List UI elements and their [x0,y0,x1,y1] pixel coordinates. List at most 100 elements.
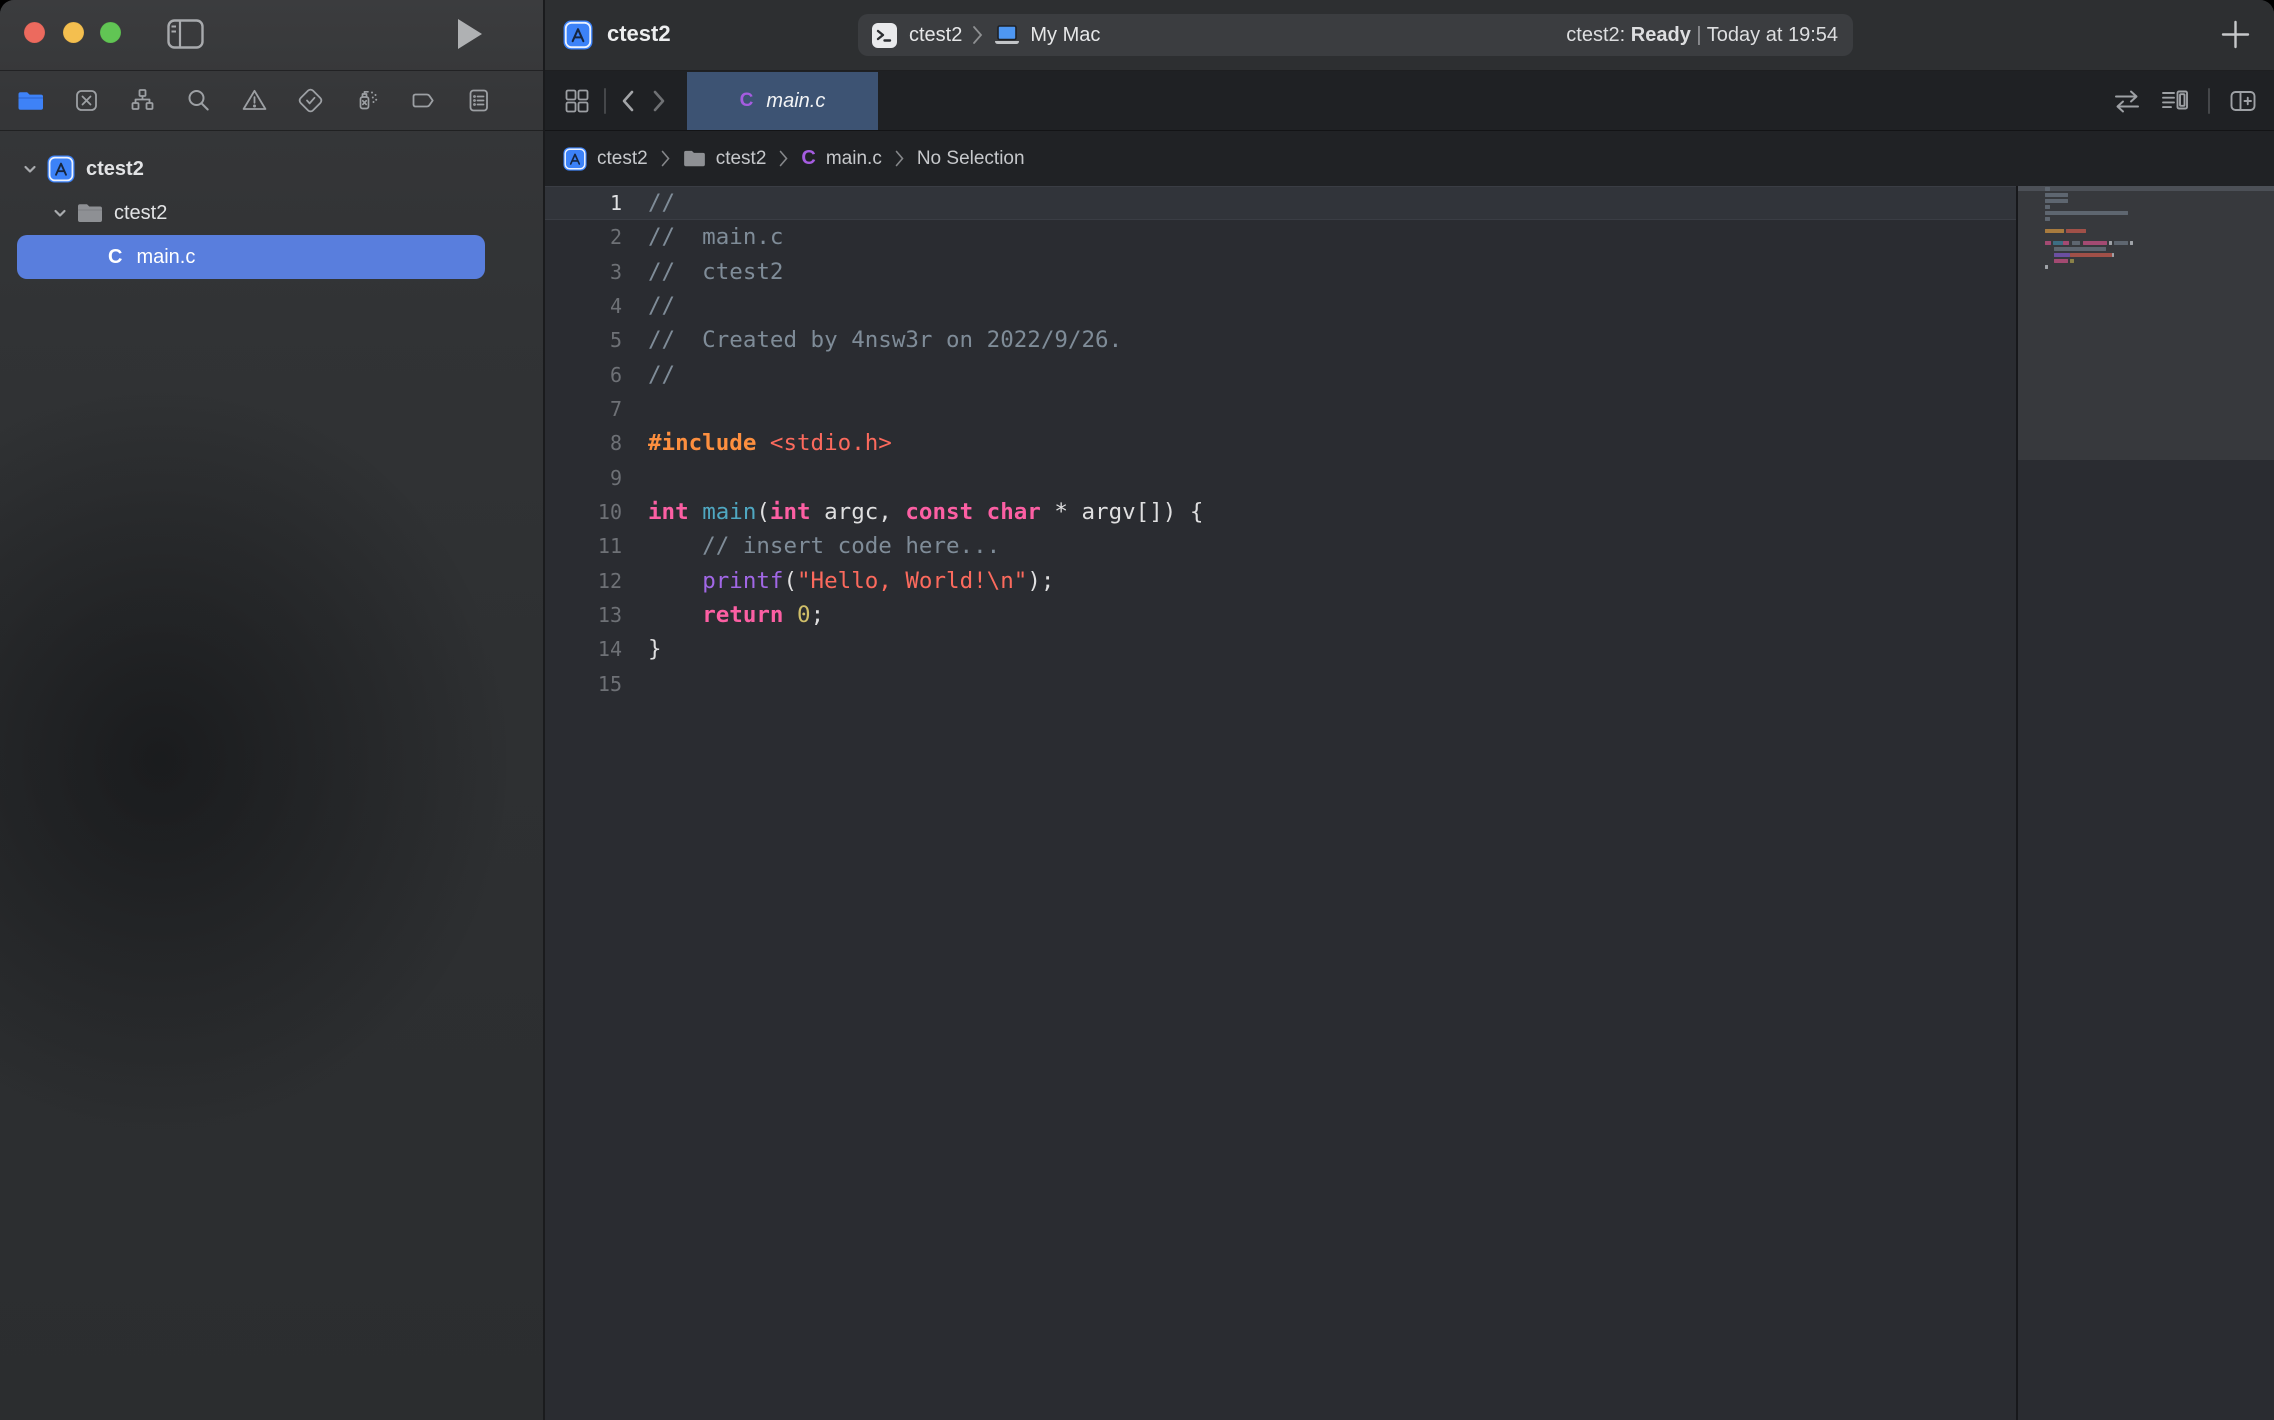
code-text: } [622,632,662,666]
test-navigator-icon[interactable] [297,87,324,114]
debug-navigator-icon[interactable] [353,87,380,114]
minimap-line-14 [2045,265,2268,269]
line-number: 9 [545,461,622,495]
code-line-3[interactable]: 3// ctest2 [545,255,2016,289]
line-number: 11 [545,529,622,563]
sidebar-toolbar [0,0,543,71]
line-number: 2 [545,220,622,254]
line-number: 14 [545,632,622,666]
status-time: Today at 19:54 [1707,24,1838,46]
line-number: 6 [545,358,622,392]
chevron-down-icon[interactable] [22,161,38,177]
code-line-6[interactable]: 6// [545,358,2016,392]
project-navigator-icon[interactable] [17,87,44,114]
code-text: // [622,358,675,392]
code-text: printf("Hello, World!\n"); [622,564,1054,598]
scheme-destination[interactable]: My Mac [1030,24,1100,47]
issue-navigator-icon[interactable] [241,87,268,114]
minimap-line-10 [2045,241,2268,245]
toggle-sidebar-icon[interactable] [167,19,204,49]
code-text: // insert code here... [622,529,1000,563]
line-number: 4 [545,289,622,323]
tree-item-group-ctest2[interactable]: ctest2 [0,191,543,235]
code-line-4[interactable]: 4// [545,289,2016,323]
breakpoint-navigator-icon[interactable] [409,87,436,114]
code-line-10[interactable]: 10int main(int argc, const char * argv[]… [545,495,2016,529]
code-text: // main.c [622,220,783,254]
tab-nav-controls [563,87,668,115]
line-number: 10 [545,495,622,529]
line-number: 3 [545,255,622,289]
activity-status[interactable]: ctest2: Ready | Today at 19:54 [1566,24,1838,47]
line-number: 7 [545,392,622,426]
code-pane[interactable]: 1//2// main.c3// ctest24//5// Created by… [545,186,2016,1420]
code-line-5[interactable]: 5// Created by 4nsw3r on 2022/9/26. [545,323,2016,357]
line-number: 13 [545,598,622,632]
tab-bar: C main.c [545,71,2274,131]
code-review-arrows-icon[interactable] [2112,88,2142,114]
related-items-grid-icon[interactable] [563,87,591,115]
c-file-badge: C [740,90,754,112]
code-text: #include <stdio.h> [622,426,892,460]
chevron-down-icon[interactable] [52,205,68,221]
go-back-chevron-icon[interactable] [619,89,637,113]
minimize-window-button[interactable] [63,22,84,43]
tree-item-label: ctest2 [86,158,144,181]
code-line-7[interactable]: 7 [545,392,2016,426]
add-tab-plus-icon[interactable] [2219,18,2252,51]
minimap-line-2 [2045,193,2268,197]
navigator-sidebar: ctest2 ctest2 C main.c [0,0,545,1420]
source-control-navigator-icon[interactable] [73,87,100,114]
folder-icon [683,149,706,168]
close-window-button[interactable] [24,22,45,43]
divider [2208,88,2210,114]
code-line-15[interactable]: 15 [545,667,2016,701]
jumpbar-item-selection[interactable]: No Selection [917,148,1025,170]
minimap-line-4 [2045,205,2268,209]
app-project-icon [563,147,587,171]
chevron-separator-icon [972,25,983,45]
chevron-separator-icon [779,150,788,167]
minimap-line-13 [2045,259,2268,263]
find-navigator-icon[interactable] [185,87,212,114]
minimap-line-1 [2045,187,2268,191]
line-number: 1 [545,186,622,220]
scheme-target[interactable]: ctest2 [909,24,962,47]
zoom-window-button[interactable] [100,22,121,43]
tree-item-label: main.c [136,246,195,269]
status-state: Ready [1631,24,1691,46]
jump-bar: ctest2 ctest2 C main.c No Selection [545,131,2274,187]
code-line-13[interactable]: 13 return 0; [545,598,2016,632]
code-line-2[interactable]: 2// main.c [545,220,2016,254]
line-number: 8 [545,426,622,460]
code-text: // Created by 4nsw3r on 2022/9/26. [622,323,1122,357]
tab-main-c[interactable]: C main.c [687,72,878,130]
code-line-14[interactable]: 14} [545,632,2016,666]
go-forward-chevron-icon[interactable] [650,89,668,113]
tree-item-main-c-selected[interactable]: C main.c [17,235,485,279]
terminal-app-icon [871,22,898,49]
code-line-12[interactable]: 12 printf("Hello, World!\n"); [545,564,2016,598]
code-line-9[interactable]: 9 [545,461,2016,495]
add-editor-split-icon[interactable] [2228,88,2258,114]
report-navigator-icon[interactable] [465,87,492,114]
divider [604,88,606,114]
code-text: int main(int argc, const char * argv[]) … [622,495,1203,529]
tree-item-project-ctest2[interactable]: ctest2 [0,147,543,191]
jumpbar-item-group[interactable]: ctest2 [716,148,767,170]
scheme-and-status-bar: ctest2 My Mac ctest2: Ready | Today at 1… [858,14,1853,56]
minimap-line-3 [2045,199,2268,203]
symbol-navigator-icon[interactable] [129,87,156,114]
code-line-1[interactable]: 1// [545,186,2016,220]
c-file-badge: C [801,147,815,170]
jumpbar-item-project[interactable]: ctest2 [597,148,648,170]
line-number: 15 [545,667,622,701]
adjust-editor-options-icon[interactable] [2160,88,2190,114]
jumpbar-item-file[interactable]: main.c [826,148,882,170]
run-button[interactable] [458,19,482,49]
minimap[interactable] [2016,186,2274,1420]
code-line-8[interactable]: 8#include <stdio.h> [545,426,2016,460]
code-line-11[interactable]: 11 // insert code here... [545,529,2016,563]
code-text: // [622,186,675,220]
main-toolbar: ctest2 ctest2 My Mac ctest2: Ready | Tod… [545,0,2274,71]
